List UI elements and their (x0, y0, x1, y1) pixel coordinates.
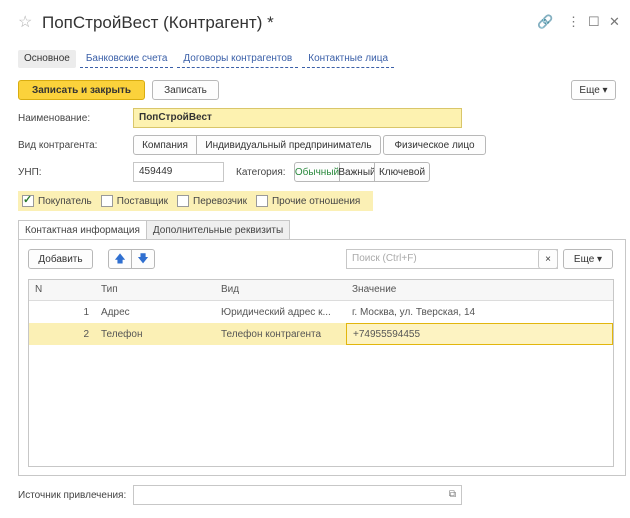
role-buyer-checkbox[interactable]: Покупатель (22, 193, 92, 207)
source-label: Источник привлечения: (18, 490, 127, 501)
checkbox-checked-icon (22, 193, 34, 207)
favorite-star-icon[interactable]: ☆ (18, 12, 32, 32)
column-header[interactable]: N (29, 280, 95, 300)
tab-contracts[interactable]: Договоры контрагентов (177, 50, 299, 68)
role-carrier-checkbox[interactable]: Перевозчик (177, 195, 247, 207)
unp-field[interactable]: 459449 (133, 162, 224, 182)
table-row-selected[interactable]: 2 Телефон Телефон контрагента +749555944… (29, 323, 613, 345)
checkbox-icon (100, 195, 113, 207)
more-button[interactable]: Еще ▾ (571, 80, 616, 100)
close-icon[interactable]: ✕ (609, 14, 620, 30)
kind-label: Вид контрагента: (18, 140, 98, 151)
kind-company-button[interactable]: Компания (133, 135, 197, 155)
row-number: 2 (83, 328, 89, 340)
roles-group: Покупатель Поставщик Перевозчик Прочие о… (18, 191, 374, 211)
save-button[interactable]: Записать (152, 80, 219, 100)
add-button[interactable]: Добавить (28, 249, 93, 269)
kind-person-button[interactable]: Физическое лицо (383, 135, 486, 155)
more-icon[interactable]: ⋮ (567, 14, 580, 30)
clear-search-icon[interactable]: × (538, 249, 558, 269)
checkbox-icon (255, 195, 268, 207)
column-header[interactable]: Вид (215, 280, 346, 300)
role-supplier-checkbox[interactable]: Поставщик (100, 195, 169, 207)
tab-bank-accounts[interactable]: Банковские счета (79, 50, 174, 68)
table-header: N Тип Вид Значение (29, 280, 613, 301)
move-buttons: 🡅 🡇 (108, 249, 155, 269)
kind-ip-button[interactable]: Индивидуальный предприниматель (196, 135, 381, 155)
link-icon[interactable]: 🔗 (537, 14, 553, 30)
move-up-arrow-icon[interactable]: 🡅 (108, 249, 132, 269)
category-selector: Обычный Важный Ключевой (294, 162, 430, 182)
grid-more-button[interactable]: Еще ▾ (563, 249, 613, 269)
name-label: Наименование: (18, 113, 91, 124)
open-link-icon[interactable]: ⧉ (449, 489, 456, 500)
search-input[interactable]: Поиск (Ctrl+F) (346, 249, 558, 269)
checkbox-icon (177, 195, 190, 207)
row-type: Телефон (101, 328, 143, 340)
window-title: ПопСтройВест (Контрагент) * (42, 13, 274, 32)
row-number: 1 (83, 306, 89, 318)
name-field[interactable]: ПопСтройВест (133, 108, 462, 128)
move-down-arrow-icon[interactable]: 🡇 (131, 249, 155, 269)
tab-extra-props[interactable]: Дополнительные реквизиты (145, 220, 291, 240)
role-label: Перевозчик (193, 195, 247, 207)
category-key-button[interactable]: Ключевой (374, 162, 430, 182)
maximize-icon[interactable]: ☐ (588, 14, 600, 30)
column-header[interactable]: Тип (95, 280, 215, 300)
source-field[interactable]: ⧉ (133, 485, 462, 505)
row-value-editing[interactable]: +74955594455 (346, 323, 613, 345)
category-normal-button[interactable]: Обычный (294, 162, 340, 182)
inner-tabs: Контактная информация Дополнительные рек… (18, 220, 291, 240)
tab-contact-info[interactable]: Контактная информация (18, 220, 147, 240)
row-value: г. Москва, ул. Тверская, 14 (352, 306, 476, 318)
unp-label: УНП: (18, 167, 42, 178)
tab-contact-persons[interactable]: Контактные лица (302, 50, 395, 68)
column-header[interactable]: Значение (346, 280, 613, 300)
row-kind: Телефон контрагента (221, 328, 322, 340)
role-label: Прочие отношения (271, 195, 361, 207)
search-placeholder: Поиск (Ctrl+F) (352, 253, 417, 264)
category-important-button[interactable]: Важный (338, 162, 376, 182)
kind-selector: Компания Индивидуальный предприниматель (133, 135, 381, 155)
role-label: Покупатель (38, 195, 92, 207)
row-type: Адрес (101, 306, 130, 318)
top-tabs: Основное Банковские счета Договоры контр… (18, 50, 398, 68)
role-label: Поставщик (116, 195, 169, 207)
row-kind: Юридический адрес к... (221, 306, 331, 318)
contact-table: N Тип Вид Значение 1 Адрес Юридический а… (28, 279, 614, 467)
role-other-checkbox[interactable]: Прочие отношения (255, 195, 361, 207)
save-and-close-button[interactable]: Записать и закрыть (18, 80, 145, 100)
table-row[interactable]: 1 Адрес Юридический адрес к... г. Москва… (29, 301, 613, 323)
category-label: Категория: (236, 167, 286, 178)
tab-main[interactable]: Основное (18, 50, 76, 68)
